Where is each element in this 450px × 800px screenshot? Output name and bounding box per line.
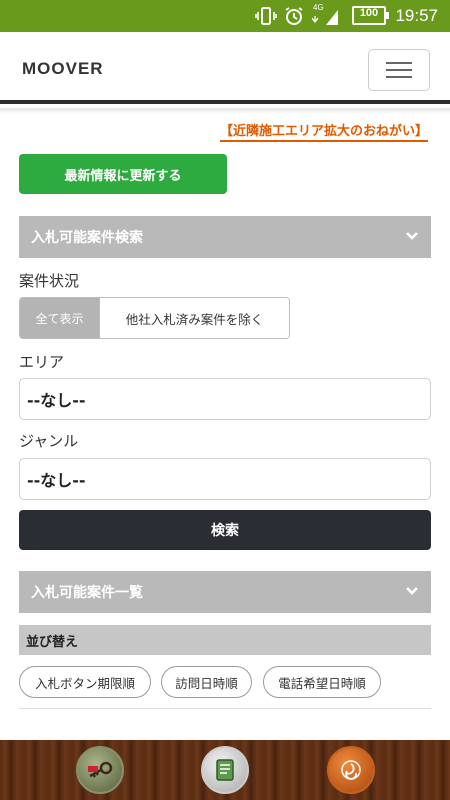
clock: 19:57 xyxy=(395,6,438,25)
chevron-down-icon xyxy=(406,232,418,240)
battery-level: 100 xyxy=(359,7,379,19)
list-section-header[interactable]: 入札可能案件一覧 xyxy=(19,571,431,613)
divider xyxy=(19,708,431,709)
key-cap-icon[interactable] xyxy=(76,746,124,794)
section-title: 入札可能案件検索 xyxy=(31,230,143,246)
search-section-header[interactable]: 入札可能案件検索 xyxy=(19,216,431,258)
status-toggle: 全て表示 他社入札済み案件を除く xyxy=(19,297,290,339)
sort-by-visit-button[interactable]: 訪問日時順 xyxy=(161,666,252,698)
chevron-down-icon xyxy=(406,587,418,595)
sort-by-call-button[interactable]: 電話希望日時順 xyxy=(263,666,381,698)
alarm-icon xyxy=(285,7,303,25)
genre-label: ジャンル xyxy=(19,432,79,450)
area-select[interactable]: --なし-- xyxy=(19,378,431,420)
status-option-exclude[interactable]: 他社入札済み案件を除く xyxy=(99,298,289,338)
area-label: エリア xyxy=(19,353,65,371)
battery-icon: 100 xyxy=(352,6,389,25)
status-option-all[interactable]: 全て表示 xyxy=(20,298,99,338)
notice-link[interactable]: 【近隣施工エリア拡大のおねがい】 xyxy=(219,120,428,142)
vibrate-icon xyxy=(255,7,277,25)
triskele-cap-icon[interactable] xyxy=(327,746,375,794)
update-button[interactable]: 最新情報に更新する xyxy=(19,154,227,194)
search-button[interactable]: 検索 xyxy=(19,510,431,550)
status-label: 案件状況 xyxy=(19,272,80,290)
section-title: 入札可能案件一覧 xyxy=(31,585,143,601)
app-header: MOOVER xyxy=(0,32,450,104)
logo[interactable]: MOOVER xyxy=(22,58,104,80)
genre-select[interactable]: --なし-- xyxy=(19,458,431,500)
logo-text: MOOVER xyxy=(22,59,104,78)
sort-by-deadline-button[interactable]: 入札ボタン期限順 xyxy=(19,666,151,698)
menu-button[interactable] xyxy=(368,49,430,91)
bottom-nav xyxy=(0,740,450,800)
status-bar: 4G 100 19:57 xyxy=(0,0,450,32)
sort-header: 並び替え xyxy=(19,625,431,655)
document-cap-icon[interactable] xyxy=(201,746,249,794)
signal-icon xyxy=(312,10,338,25)
hamburger-icon xyxy=(386,62,412,64)
